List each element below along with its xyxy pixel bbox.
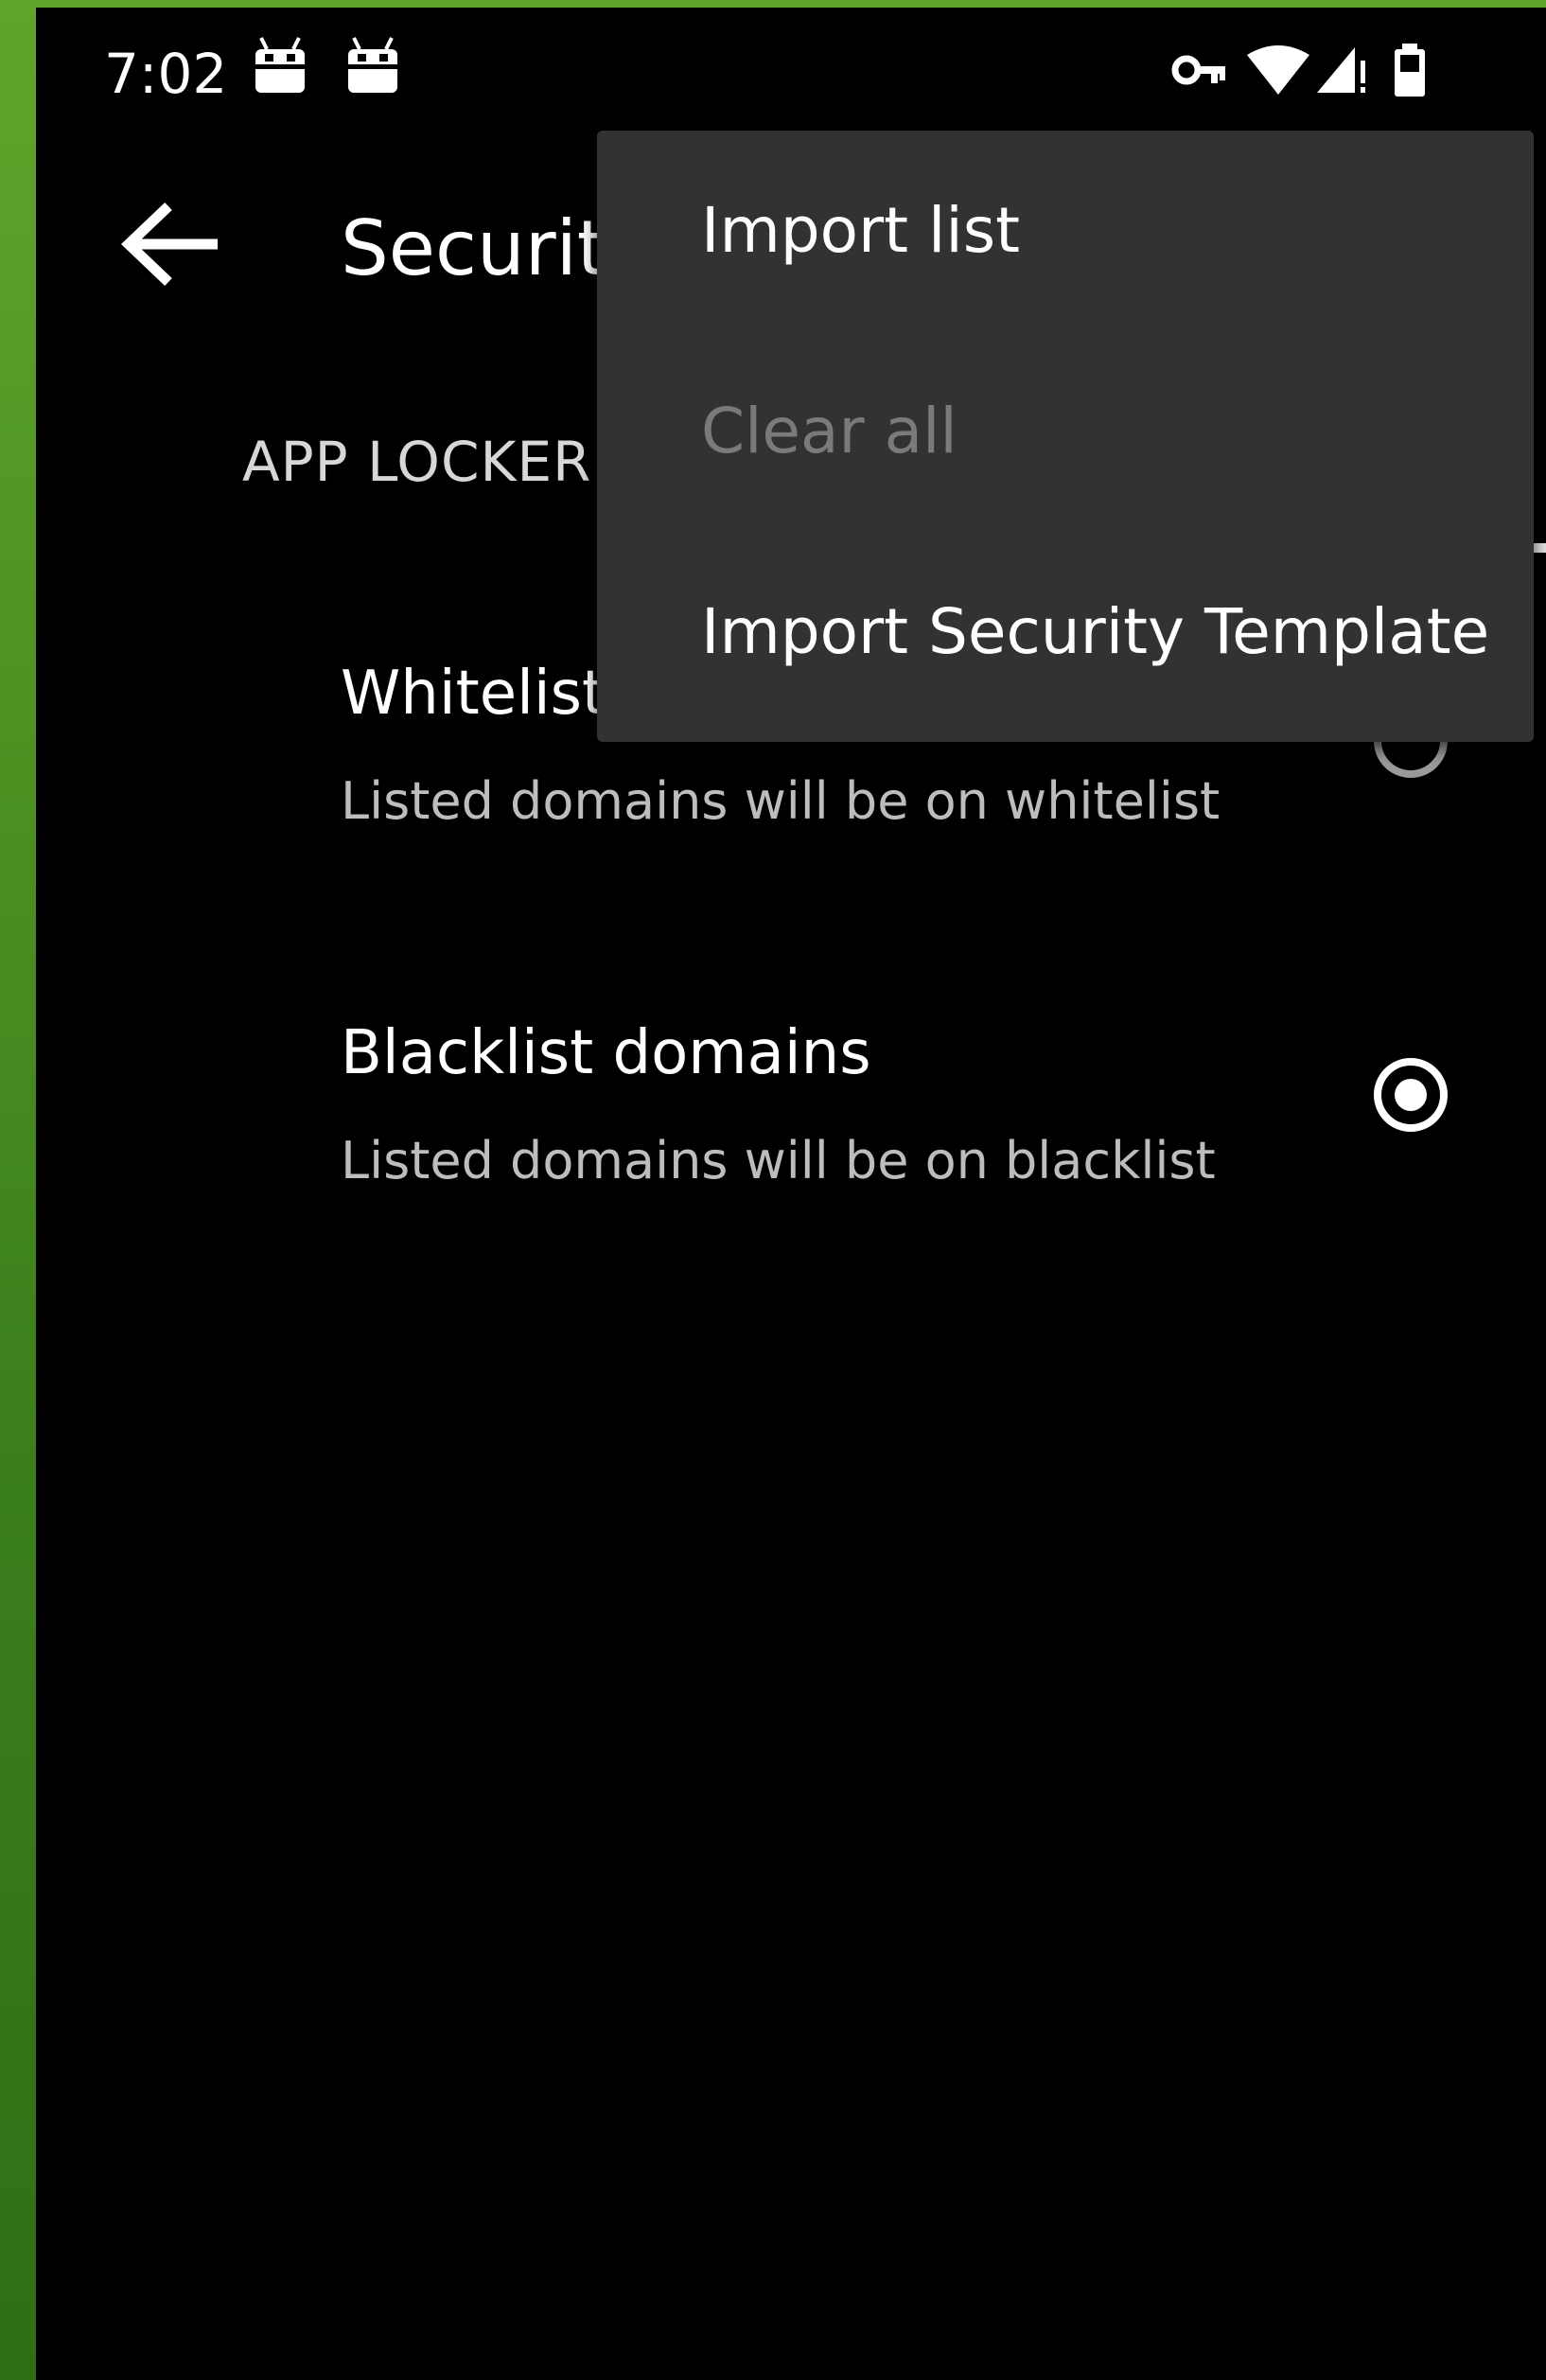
android-notification-icon: [348, 37, 397, 93]
android-notification-icon: [255, 37, 305, 93]
arrow-left-icon[interactable]: [112, 197, 229, 291]
option-subtitle: Listed domains will be on blacklist: [341, 1131, 1216, 1190]
blacklist-option[interactable]: Blacklist domains Listed domains will be…: [341, 1011, 1476, 1202]
wifi-icon: [1247, 45, 1309, 95]
overflow-menu: Import list Clear all Import Security Te…: [597, 131, 1534, 742]
menu-item-import-list[interactable]: Import list: [597, 131, 1534, 331]
blacklist-radio[interactable]: [1374, 1058, 1448, 1132]
page-title: Securit: [341, 204, 607, 292]
battery-icon: [1395, 44, 1425, 97]
menu-item-clear-all[interactable]: Clear all: [597, 331, 1534, 532]
menu-item-import-security-template[interactable]: Import Security Template: [597, 532, 1534, 732]
vpn-key-icon: [1171, 55, 1225, 85]
option-subtitle: Listed domains will be on whitelist: [341, 771, 1221, 831]
radio-dot: [1395, 1079, 1427, 1111]
tab-app-locker[interactable]: APP LOCKER: [242, 424, 591, 500]
signal-icon: [1317, 47, 1365, 93]
status-time: 7:02: [104, 42, 228, 106]
option-title: Blacklist domains: [341, 1018, 871, 1088]
app-screen: 7:02 Securit APP LOCKER Whitelist Listed…: [36, 8, 1546, 2380]
